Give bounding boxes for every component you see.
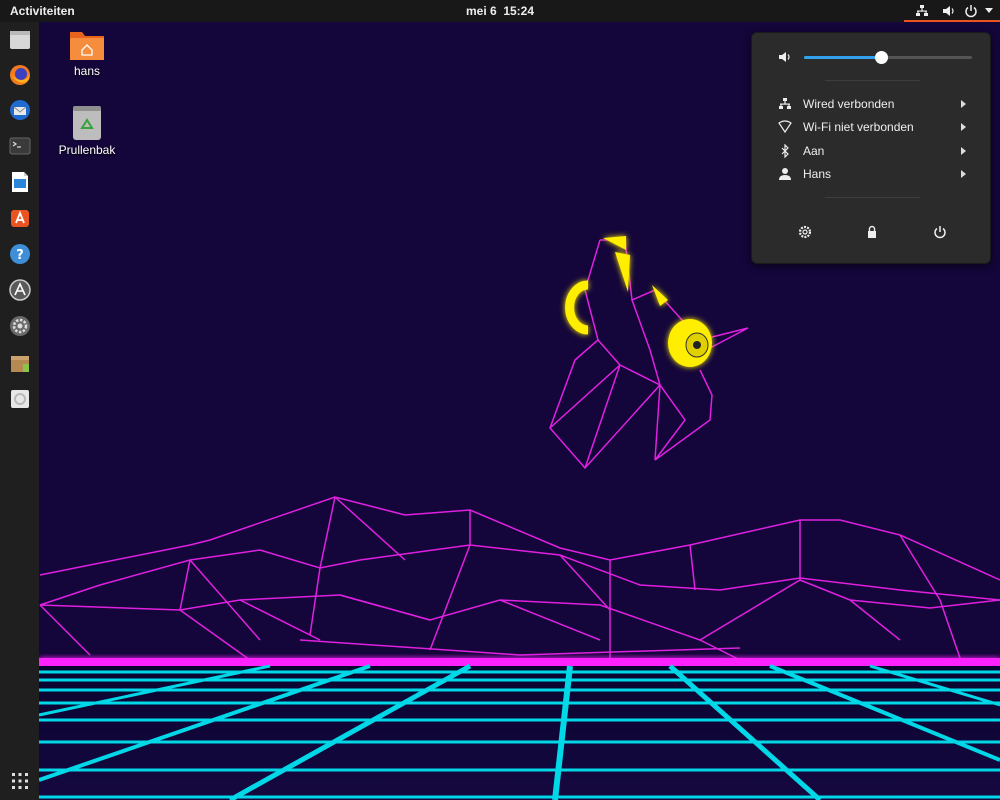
menu-item-user[interactable]: Hans — [752, 163, 990, 185]
lock-icon — [868, 225, 876, 238]
chevron-right-icon — [961, 123, 966, 131]
menu-separator — [825, 197, 920, 198]
menu-item-label: Wired verbonden — [803, 97, 895, 111]
system-tray[interactable] — [904, 0, 1000, 22]
software-updater-icon — [9, 279, 31, 301]
menu-item-label: Hans — [803, 167, 832, 181]
home-folder-icon — [70, 32, 104, 60]
menu-item-wired[interactable]: Wired verbonden — [752, 93, 990, 115]
date-label[interactable]: mei 6 — [466, 4, 497, 18]
files-icon — [10, 31, 30, 49]
bluetooth-icon — [781, 144, 789, 158]
dock-item-firefox[interactable] — [7, 62, 33, 88]
volume-row — [752, 47, 990, 67]
desktop-icon-home[interactable]: hans — [47, 28, 127, 78]
desktop-icon-label: hans — [73, 64, 101, 78]
help-icon: ? — [10, 244, 30, 264]
dock-item-software[interactable] — [7, 205, 33, 231]
user-icon — [779, 168, 791, 180]
network-wired-icon — [779, 98, 791, 109]
system-menu: Wired verbonden Wi-Fi niet verbonden Aan… — [751, 32, 991, 264]
desktop-icon-label: Prullenbak — [58, 143, 116, 157]
time-label[interactable]: 15:24 — [503, 4, 534, 18]
lock-button[interactable] — [859, 219, 885, 245]
power-icon — [965, 5, 977, 18]
clock[interactable]: mei 6 15:24 — [0, 0, 1000, 22]
settings-button[interactable] — [792, 219, 818, 245]
dock-item-terminal[interactable] — [7, 133, 33, 159]
dock: ? — [0, 22, 39, 800]
chevron-right-icon — [961, 100, 966, 108]
dock-item-files[interactable] — [7, 27, 33, 53]
volume-icon — [943, 6, 954, 16]
menu-separator — [825, 80, 920, 81]
archive-manager-icon — [11, 356, 29, 372]
dock-item-writer[interactable] — [7, 169, 33, 195]
network-wired-icon — [916, 5, 928, 16]
dock-item-help[interactable]: ? — [7, 241, 33, 267]
menu-item-bluetooth[interactable]: Aan — [752, 140, 990, 162]
volume-icon — [779, 52, 790, 62]
settings-icon — [10, 316, 30, 336]
chevron-down-icon — [985, 8, 993, 13]
menu-item-label: Aan — [803, 144, 825, 158]
dock-item-disk[interactable] — [7, 386, 33, 412]
settings-icon — [798, 225, 812, 239]
libreoffice-writer-icon — [12, 172, 28, 192]
power-button[interactable] — [927, 219, 953, 245]
firefox-icon — [10, 65, 30, 85]
dock-item-thunderbird[interactable] — [7, 97, 33, 123]
volume-slider[interactable] — [804, 51, 972, 64]
terminal-icon — [9, 137, 31, 155]
chevron-right-icon — [961, 147, 966, 155]
top-bar: Activiteiten mei 6 15:24 — [0, 0, 1000, 22]
svg-text:?: ? — [16, 248, 24, 263]
dock-item-settings[interactable] — [7, 313, 33, 339]
desktop-icon-trash[interactable]: Prullenbak — [47, 105, 127, 157]
volume-slider-handle[interactable] — [875, 51, 889, 64]
volume-slider-fill — [804, 56, 882, 59]
thunderbird-icon — [10, 100, 30, 120]
menu-item-label: Wi-Fi niet verbonden — [803, 120, 914, 134]
dock-item-updater[interactable] — [7, 277, 33, 303]
grid-icon[interactable] — [11, 772, 29, 790]
power-icon — [934, 226, 946, 239]
disk-image-icon — [11, 390, 29, 408]
dock-item-archive[interactable] — [7, 350, 33, 376]
software-center-icon — [11, 210, 29, 227]
trash-icon — [73, 106, 101, 140]
activities-button[interactable]: Activiteiten — [10, 0, 75, 22]
chevron-right-icon — [961, 170, 966, 178]
menu-item-wifi[interactable]: Wi-Fi niet verbonden — [752, 116, 990, 138]
wifi-icon — [778, 120, 792, 134]
